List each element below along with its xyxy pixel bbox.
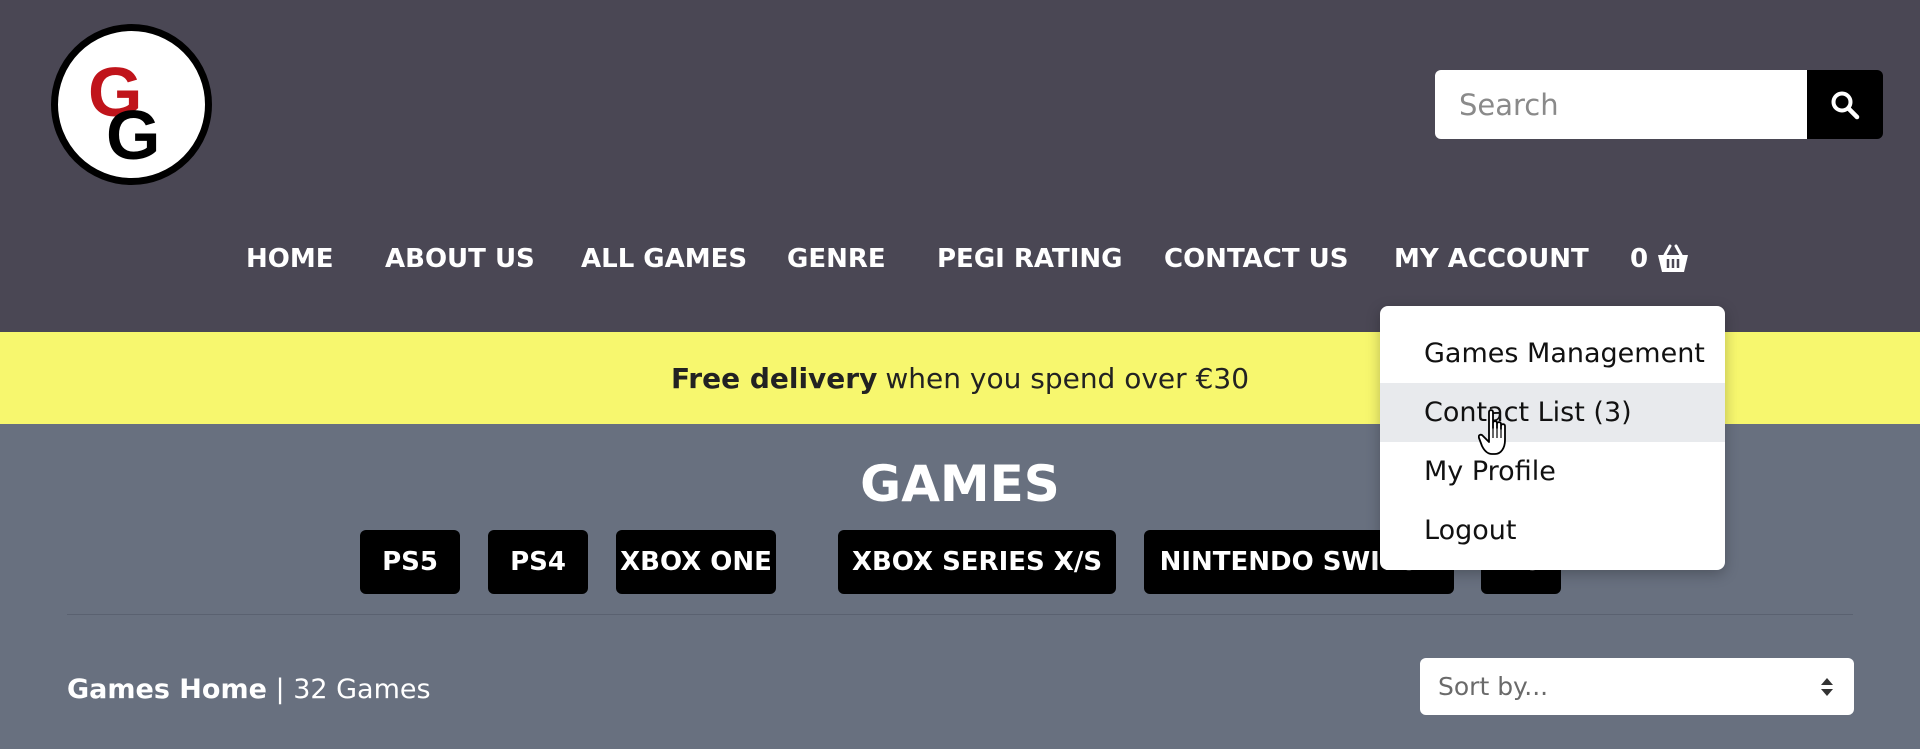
menu-item-games-management[interactable]: Games Management: [1380, 324, 1725, 383]
nav-genre[interactable]: GENRE: [787, 244, 886, 274]
logo-letter-black: G: [106, 96, 160, 174]
nav-all-games[interactable]: ALL GAMES: [581, 244, 747, 274]
search-input[interactable]: [1435, 70, 1807, 139]
main-nav: HOME ABOUT US ALL GAMES GENRE PEGI RATIN…: [0, 244, 1920, 284]
divider: [67, 614, 1853, 615]
banner-text: when you spend over €30: [885, 361, 1250, 395]
platform-ps4-button[interactable]: PS4: [488, 530, 588, 594]
breadcrumb: Games Home | 32 Games: [67, 674, 431, 705]
site-header: G G HOME ABOUT US ALL GAMES GENRE PEGI R…: [0, 0, 1920, 332]
nav-home[interactable]: HOME: [246, 244, 334, 274]
breadcrumb-home-link[interactable]: Games Home: [67, 674, 267, 705]
nav-pegi-rating[interactable]: PEGI RATING: [937, 244, 1123, 274]
games-count: 32 Games: [293, 674, 431, 705]
search-form: [1435, 70, 1883, 139]
sort-arrows-icon: [1821, 677, 1833, 696]
menu-item-logout[interactable]: Logout: [1380, 501, 1725, 560]
platform-xbox-series-button[interactable]: XBOX SERIES X/S: [838, 530, 1116, 594]
sort-select-value: Sort by...: [1438, 672, 1549, 701]
nav-my-account[interactable]: MY ACCOUNT: [1394, 244, 1589, 274]
menu-item-contact-list[interactable]: Contact List (3): [1380, 383, 1725, 442]
breadcrumb-separator: |: [275, 674, 285, 705]
sort-select[interactable]: Sort by...: [1420, 658, 1854, 715]
platform-ps5-button[interactable]: PS5: [360, 530, 460, 594]
nav-about-us[interactable]: ABOUT US: [385, 244, 535, 274]
search-icon: [1831, 91, 1860, 119]
hand-pointer-icon: [1478, 409, 1506, 455]
cart-count: 0: [1630, 244, 1649, 274]
search-button[interactable]: [1807, 70, 1883, 139]
site-logo[interactable]: G G: [51, 24, 212, 185]
basket-icon: [1658, 244, 1689, 272]
account-dropdown-menu: Games Management Contact List (3) My Pro…: [1380, 306, 1725, 570]
banner-bold-text: Free delivery: [670, 361, 878, 395]
menu-item-my-profile[interactable]: My Profile: [1380, 442, 1725, 501]
cart-link[interactable]: 0: [1630, 244, 1690, 274]
platform-xbox-one-button[interactable]: XBOX ONE: [616, 530, 776, 594]
nav-contact-us[interactable]: CONTACT US: [1164, 244, 1349, 274]
